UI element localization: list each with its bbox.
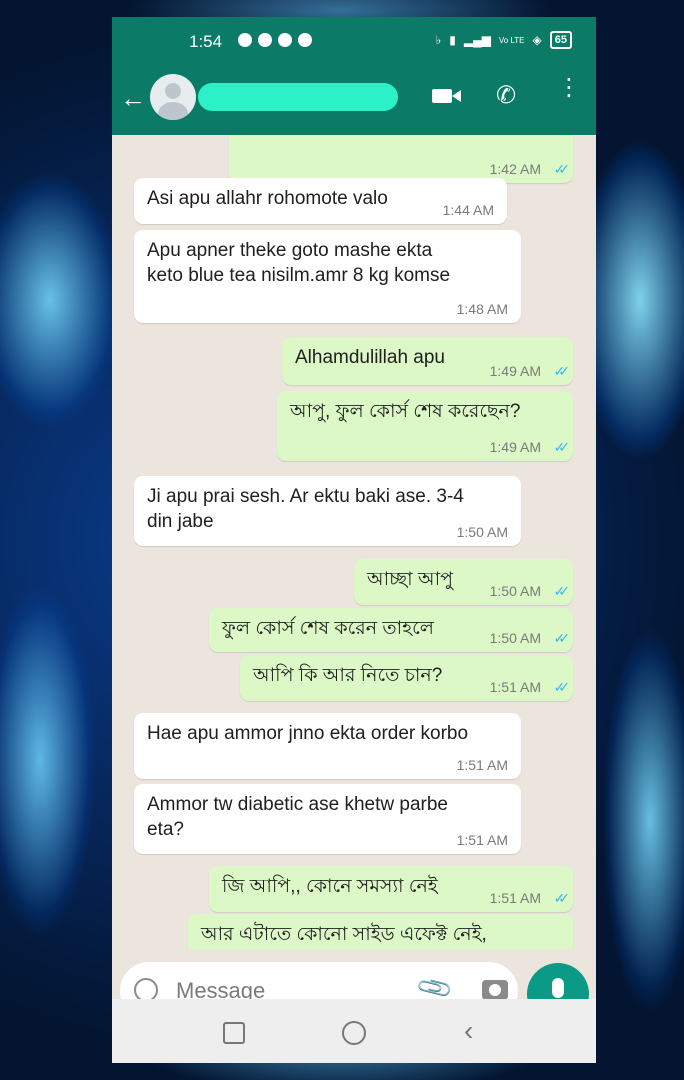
- double-check-icon: ✓✓: [553, 890, 571, 906]
- status-bar: 1:54 ♭ ▮ ▂▄▆ Vo LTE ◈ 65: [112, 17, 596, 65]
- message-time: 1:51 AM: [456, 832, 508, 848]
- vibrate-icon: ▮: [449, 33, 456, 47]
- more-vertical-icon[interactable]: ⋮: [557, 76, 581, 100]
- message-text: আচ্ছা আপু: [367, 569, 453, 590]
- message-bubble-outgoing[interactable]: আর এটাতে কোনো সাইড এফেক্ট নেই,: [188, 914, 573, 949]
- notification-icons: [238, 33, 312, 47]
- message-time: 1:44 AM: [442, 202, 494, 218]
- headphones-icon: ♭: [435, 33, 442, 47]
- message-text: আপি কি আর নিতে চান?: [253, 665, 443, 686]
- camera-icon[interactable]: [482, 980, 508, 1000]
- message-time: 1:50 AM: [456, 524, 508, 540]
- message-text: জি আপি,, কোনে সমস্যা নেই: [222, 876, 438, 897]
- message-time: 1:51 AM: [489, 679, 541, 695]
- message-text: Ji apu prai sesh. Ar ektu baki ase. 3-4 …: [147, 486, 464, 532]
- message-bubble-outgoing[interactable]: জি আপি,, কোনে সমস্যা নেই 1:51 AM ✓✓: [209, 866, 573, 912]
- back-icon[interactable]: ‹: [464, 1015, 473, 1047]
- messenger-icon: [278, 33, 292, 47]
- message-time: 1:48 AM: [456, 301, 508, 317]
- message-bubble-incoming[interactable]: Apu apner theke goto mashe ekta keto blu…: [134, 230, 521, 323]
- message-bubble-outgoing[interactable]: আচ্ছা আপু 1:50 AM ✓✓: [354, 559, 573, 605]
- double-check-icon: ✓✓: [553, 161, 571, 177]
- system-icons: ♭ ▮ ▂▄▆ Vo LTE ◈ 65: [436, 31, 572, 49]
- chat-header: ← Contact name (redacted) ✆ ⋮: [112, 65, 596, 135]
- phone-screen: 1:54 ♭ ▮ ▂▄▆ Vo LTE ◈ 65 ← Contact name …: [112, 17, 596, 1063]
- message-text: ফুল কোর্স শেষ করেন তাহলে: [222, 618, 434, 639]
- avatar[interactable]: [150, 74, 196, 120]
- message-time: 1:51 AM: [489, 890, 541, 906]
- message-text: আপু, ফুল কোর্স শেষ করেছেন?: [290, 401, 521, 422]
- message-text: Alhamdulillah apu: [295, 347, 445, 368]
- wifi-icon: ◈: [532, 33, 542, 47]
- message-bubble-incoming[interactable]: Ammor tw diabetic ase khetw parbe eta? 1…: [134, 784, 521, 854]
- double-check-icon: ✓✓: [553, 630, 571, 646]
- volte-label: Vo LTE: [498, 35, 525, 45]
- message-bubble-outgoing[interactable]: আপি কি আর নিতে চান? 1:51 AM ✓✓: [240, 655, 573, 701]
- home-icon[interactable]: [342, 1021, 366, 1045]
- message-text: আর এটাতে কোনো সাইড এফেক্ট নেই,: [201, 924, 487, 945]
- message-time: 1:50 AM: [489, 583, 541, 599]
- messages-icon: [258, 33, 272, 47]
- message-time: 1:42 AM: [489, 161, 541, 177]
- battery-icon: 65: [549, 31, 572, 49]
- message-text: Ammor tw diabetic ase khetw parbe eta?: [147, 794, 448, 840]
- chat-app-icon: [298, 33, 312, 47]
- back-arrow-icon[interactable]: ←: [120, 85, 146, 111]
- message-text: Apu apner theke goto mashe ekta keto blu…: [147, 240, 451, 286]
- message-bubble-incoming[interactable]: Ji apu prai sesh. Ar ektu baki ase. 3-4 …: [134, 476, 521, 546]
- message-time: 1:49 AM: [489, 439, 541, 455]
- message-time: 1:50 AM: [489, 630, 541, 646]
- message-bubble-incoming[interactable]: Asi apu allahr rohomote valo 1:44 AM: [134, 178, 507, 224]
- mic-icon: [552, 978, 564, 1009]
- message-time: 1:49 AM: [489, 363, 541, 379]
- double-check-icon: ✓✓: [553, 583, 571, 599]
- message-bubble-outgoing[interactable]: 1:42 AM ✓✓: [229, 135, 573, 183]
- message-list: 1:42 AM ✓✓ Asi apu allahr rohomote valo …: [112, 135, 596, 949]
- contact-name-redacted[interactable]: Contact name (redacted): [198, 83, 398, 111]
- system-navigation-bar: ‹: [112, 999, 596, 1063]
- double-check-icon: ✓✓: [553, 439, 571, 455]
- phone-icon[interactable]: ✆: [496, 81, 516, 110]
- message-text: Asi apu allahr rohomote valo: [147, 188, 388, 209]
- status-time: 1:54: [189, 32, 223, 51]
- double-check-icon: ✓✓: [553, 363, 571, 379]
- double-check-icon: ✓✓: [553, 679, 571, 695]
- facebook-icon: [238, 33, 252, 47]
- message-bubble-outgoing[interactable]: আপু, ফুল কোর্স শেষ করেছেন? 1:49 AM ✓✓: [277, 391, 573, 461]
- message-bubble-incoming[interactable]: Hae apu ammor jnno ekta order korbo 1:51…: [134, 713, 521, 779]
- message-bubble-outgoing[interactable]: Alhamdulillah apu 1:49 AM ✓✓: [282, 337, 573, 385]
- signal-icon: ▂▄▆: [463, 33, 491, 47]
- message-text: Hae apu ammor jnno ekta order korbo: [147, 723, 469, 744]
- recents-icon[interactable]: [223, 1022, 245, 1044]
- message-time: 1:51 AM: [456, 757, 508, 773]
- video-camera-icon[interactable]: [432, 89, 461, 103]
- message-bubble-outgoing[interactable]: ফুল কোর্স শেষ করেন তাহলে 1:50 AM ✓✓: [209, 608, 573, 652]
